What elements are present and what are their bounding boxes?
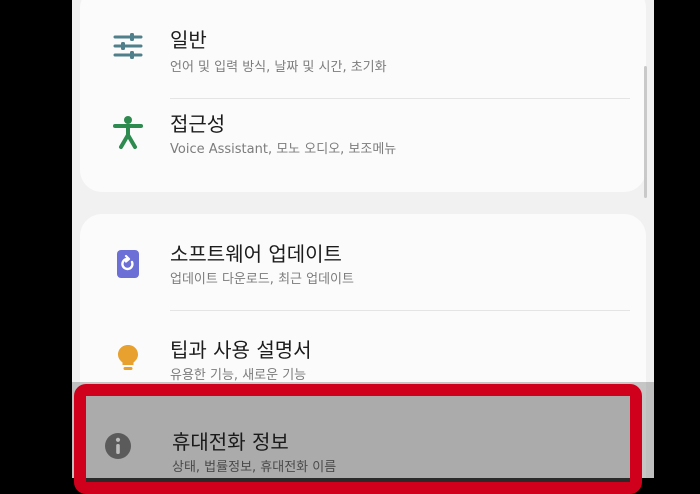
settings-item-title: 팁과 사용 설명서 <box>170 338 312 362</box>
settings-item-software-update[interactable]: 소프트웨어 업데이트 업데이트 다운로드, 최근 업데이트 <box>80 214 646 306</box>
settings-item-subtitle: Voice Assistant, 모노 오디오, 보조메뉴 <box>170 142 397 157</box>
update-refresh-icon <box>110 246 146 282</box>
device-frame: 일반 언어 및 입력 방식, 날짜 및 시간, 초기화 접근성 Voice As… <box>0 0 700 494</box>
settings-item-title: 접근성 <box>170 112 226 136</box>
settings-item-subtitle: 유용한 기능, 새로운 기능 <box>170 368 307 383</box>
settings-item-title: 일반 <box>170 28 207 52</box>
settings-item-accessibility[interactable]: 접근성 Voice Assistant, 모노 오디오, 보조메뉴 <box>80 98 646 190</box>
sliders-icon <box>110 28 146 64</box>
settings-item-subtitle: 상태, 법률정보, 휴대전화 이름 <box>172 460 337 475</box>
lightbulb-icon <box>110 340 146 376</box>
accessibility-person-icon <box>110 114 146 150</box>
settings-item-title: 소프트웨어 업데이트 <box>170 242 342 266</box>
settings-card-system: 일반 언어 및 입력 방식, 날짜 및 시간, 초기화 접근성 Voice As… <box>80 0 647 198</box>
settings-item-subtitle: 업데이트 다운로드, 최근 업데이트 <box>170 272 354 287</box>
settings-item-title: 휴대전화 정보 <box>172 430 289 454</box>
scrollbar[interactable] <box>644 66 647 198</box>
settings-item-general[interactable]: 일반 언어 및 입력 방식, 날짜 및 시간, 초기화 <box>80 0 646 92</box>
info-icon <box>104 432 132 460</box>
settings-item-subtitle: 언어 및 입력 방식, 날짜 및 시간, 초기화 <box>170 60 387 75</box>
